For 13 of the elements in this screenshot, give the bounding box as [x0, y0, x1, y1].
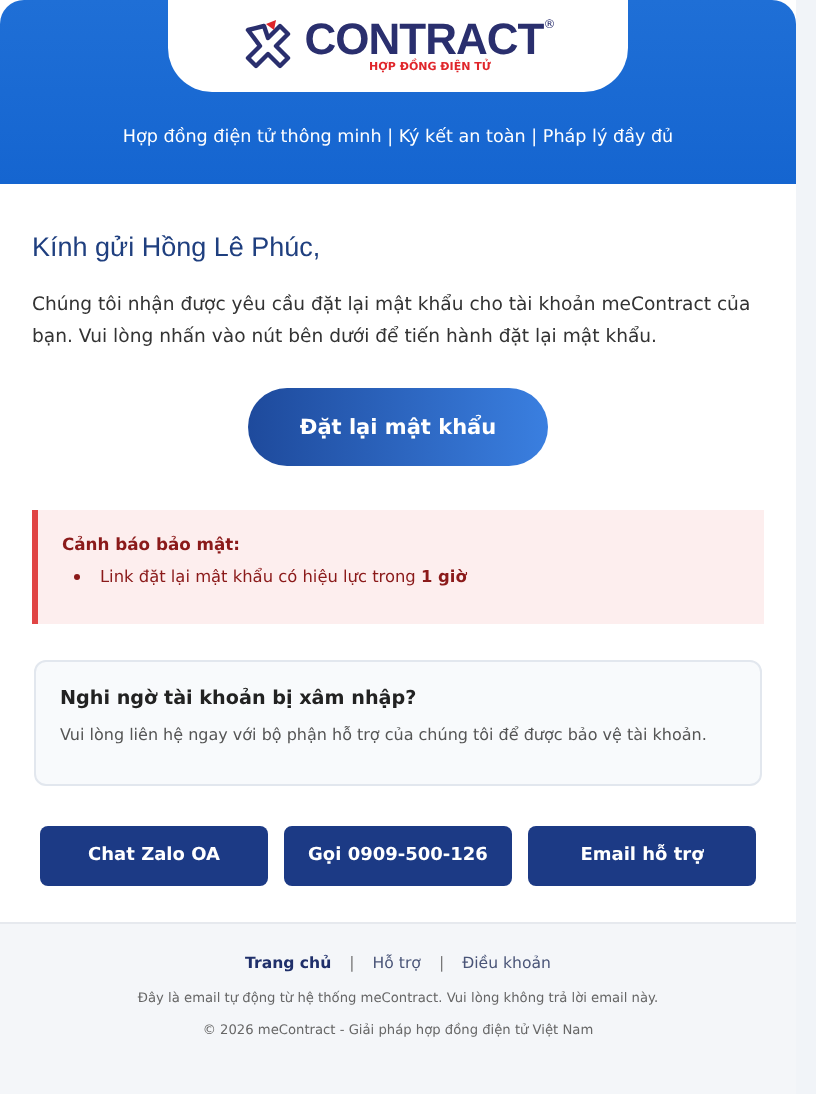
support-button[interactable]: Chat Zalo OA	[40, 826, 268, 886]
reset-password-button[interactable]: Đặt lại mật khẩu	[248, 388, 548, 466]
greeting: Kính gửi Hồng Lê Phúc,	[32, 232, 323, 262]
bullet-icon	[74, 573, 80, 579]
alert-title: Cảnh báo bảo mật:	[62, 534, 243, 554]
logo-wordmark: CONTRACT	[304, 18, 544, 62]
slogan: Hợp đồng điện tử thông minh | Ký kết an toàn | Pháp lý đầy đủ	[122, 128, 674, 148]
message-text: Chúng tôi nhận được yêu cầu đặt lại mật khẩu cho tài khoản meContract của bạn. Vui lòng nhấn vào nút bên dưới để tiến hành đặt lại mật khẩu.	[32, 292, 753, 352]
support-button[interactable]: Email hỗ trợ	[528, 826, 756, 886]
alert-item: Link đặt lại mật khẩu có hiệu lực trong 1 giờ	[100, 566, 467, 586]
support-button[interactable]: Gọi 0909-500-126	[284, 826, 512, 886]
info-text: Vui lòng liên hệ ngay với bộ phận hỗ trợ của chúng tôi để được bảo vệ tài khoản.	[60, 726, 709, 744]
info-title: Nghi ngờ tài khoản bị xâm nhập?	[60, 688, 419, 710]
